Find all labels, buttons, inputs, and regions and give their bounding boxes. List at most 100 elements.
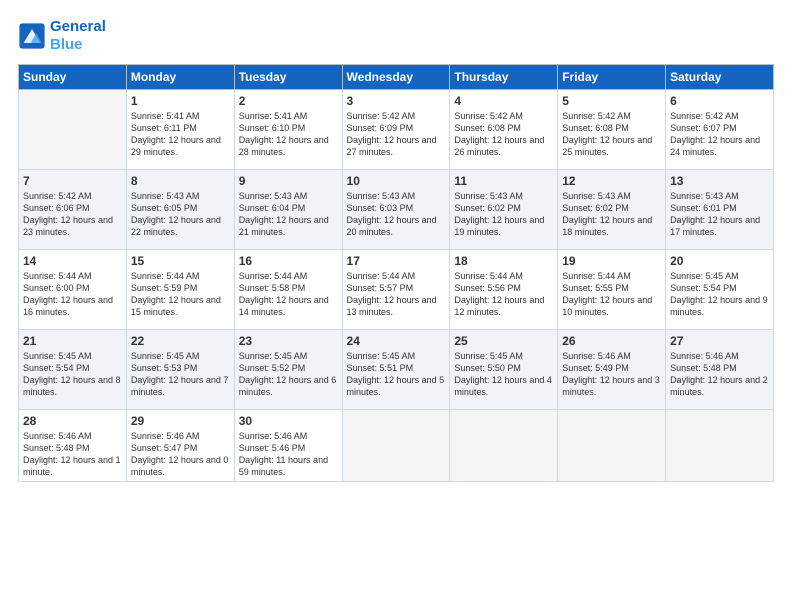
day-info: Sunrise: 5:45 AM Sunset: 5:52 PM Dayligh…: [239, 350, 338, 399]
weekday-header-sunday: Sunday: [19, 65, 127, 90]
calendar-day-cell: 27Sunrise: 5:46 AM Sunset: 5:48 PM Dayli…: [666, 330, 774, 410]
day-info: Sunrise: 5:43 AM Sunset: 6:02 PM Dayligh…: [562, 190, 661, 239]
day-info: Sunrise: 5:45 AM Sunset: 5:50 PM Dayligh…: [454, 350, 553, 399]
day-info: Sunrise: 5:43 AM Sunset: 6:02 PM Dayligh…: [454, 190, 553, 239]
weekday-header-row: SundayMondayTuesdayWednesdayThursdayFrid…: [19, 65, 774, 90]
calendar-day-cell: 15 Sunrise: 5:44 AM Sunset: 5:59 PM Dayli…: [126, 250, 234, 330]
calendar-day-cell: 10Sunrise: 5:43 AM Sunset: 6:03 PM Dayli…: [342, 170, 450, 250]
weekday-header-monday: Monday: [126, 65, 234, 90]
day-number: 5: [562, 94, 661, 108]
calendar-day-cell: 23 Sunrise: 5:45 AM Sunset: 5:52 PM Dayli…: [234, 330, 342, 410]
day-info: Sunrise: 5:42 AM Sunset: 6:06 PM Dayligh…: [23, 190, 122, 239]
day-info: Sunrise: 5:45 AM Sunset: 5:54 PM Dayligh…: [23, 350, 122, 399]
day-info: Sunrise: 5:42 AM Sunset: 6:09 PM Dayligh…: [347, 110, 446, 159]
day-number: 23: [239, 334, 338, 348]
calendar-day-cell: 9 Sunrise: 5:43 AM Sunset: 6:04 PM Daylig…: [234, 170, 342, 250]
day-info: Sunrise: 5:45 AM Sunset: 5:53 PM Dayligh…: [131, 350, 230, 399]
day-number: 21: [23, 334, 122, 348]
calendar-day-cell: 30 Sunrise: 5:46 AM Sunset: 5:46 PM Dayli…: [234, 410, 342, 482]
logo-icon: [18, 22, 46, 50]
day-info: Sunrise: 5:44 AM Sunset: 5:57 PM Dayligh…: [347, 270, 446, 319]
day-info: Sunrise: 5:46 AM Sunset: 5:48 PM Dayligh…: [670, 350, 769, 399]
day-number: 4: [454, 94, 553, 108]
day-info: Sunrise: 5:43 AM Sunset: 6:05 PM Dayligh…: [131, 190, 230, 239]
calendar-day-cell: 8 Sunrise: 5:43 AM Sunset: 6:05 PM Daylig…: [126, 170, 234, 250]
day-number: 9: [239, 174, 338, 188]
day-number: 12: [562, 174, 661, 188]
day-number: 2: [239, 94, 338, 108]
day-info: Sunrise: 5:44 AM Sunset: 5:56 PM Dayligh…: [454, 270, 553, 319]
calendar-week-row: 1 Sunrise: 5:41 AM Sunset: 6:11 PM Daylig…: [19, 90, 774, 170]
day-info: Sunrise: 5:41 AM Sunset: 6:10 PM Dayligh…: [239, 110, 338, 159]
day-info: Sunrise: 5:46 AM Sunset: 5:47 PM Dayligh…: [131, 430, 230, 479]
logo-blue: Blue: [50, 36, 83, 53]
day-number: 7: [23, 174, 122, 188]
weekday-header-wednesday: Wednesday: [342, 65, 450, 90]
day-info: Sunrise: 5:41 AM Sunset: 6:11 PM Dayligh…: [131, 110, 230, 159]
day-info: Sunrise: 5:44 AM Sunset: 5:59 PM Dayligh…: [131, 270, 230, 319]
calendar-day-cell: 1 Sunrise: 5:41 AM Sunset: 6:11 PM Daylig…: [126, 90, 234, 170]
day-number: 17: [347, 254, 446, 268]
weekday-header-friday: Friday: [558, 65, 666, 90]
calendar-day-cell: 7 Sunrise: 5:42 AM Sunset: 6:06 PM Daylig…: [19, 170, 127, 250]
day-number: 26: [562, 334, 661, 348]
day-info: Sunrise: 5:43 AM Sunset: 6:01 PM Dayligh…: [670, 190, 769, 239]
calendar-day-cell: 14Sunrise: 5:44 AM Sunset: 6:00 PM Dayli…: [19, 250, 127, 330]
logo-text: General Blue: [50, 18, 106, 54]
calendar-day-cell: 13 Sunrise: 5:43 AM Sunset: 6:01 PM Dayli…: [666, 170, 774, 250]
day-info: Sunrise: 5:45 AM Sunset: 5:51 PM Dayligh…: [347, 350, 446, 399]
calendar-day-cell: [19, 90, 127, 170]
calendar-day-cell: 16 Sunrise: 5:44 AM Sunset: 5:58 PM Dayli…: [234, 250, 342, 330]
day-info: Sunrise: 5:43 AM Sunset: 6:04 PM Dayligh…: [239, 190, 338, 239]
calendar-table: SundayMondayTuesdayWednesdayThursdayFrid…: [18, 64, 774, 482]
calendar-day-cell: [666, 410, 774, 482]
day-number: 28: [23, 414, 122, 428]
day-info: Sunrise: 5:42 AM Sunset: 6:08 PM Dayligh…: [454, 110, 553, 159]
day-number: 8: [131, 174, 230, 188]
weekday-header-thursday: Thursday: [450, 65, 558, 90]
day-info: Sunrise: 5:42 AM Sunset: 6:08 PM Dayligh…: [562, 110, 661, 159]
calendar-day-cell: [450, 410, 558, 482]
day-number: 29: [131, 414, 230, 428]
day-info: Sunrise: 5:46 AM Sunset: 5:49 PM Dayligh…: [562, 350, 661, 399]
day-number: 1: [131, 94, 230, 108]
calendar-day-cell: 6 Sunrise: 5:42 AM Sunset: 6:07 PM Daylig…: [666, 90, 774, 170]
calendar-week-row: 7 Sunrise: 5:42 AM Sunset: 6:06 PM Daylig…: [19, 170, 774, 250]
day-number: 14: [23, 254, 122, 268]
day-number: 25: [454, 334, 553, 348]
day-info: Sunrise: 5:45 AM Sunset: 5:54 PM Dayligh…: [670, 270, 769, 319]
day-number: 15: [131, 254, 230, 268]
logo-general: General: [50, 18, 106, 35]
calendar-day-cell: [342, 410, 450, 482]
calendar-day-cell: 2 Sunrise: 5:41 AM Sunset: 6:10 PM Daylig…: [234, 90, 342, 170]
day-number: 3: [347, 94, 446, 108]
calendar-day-cell: 20Sunrise: 5:45 AM Sunset: 5:54 PM Dayli…: [666, 250, 774, 330]
calendar-day-cell: [558, 410, 666, 482]
calendar-day-cell: 12 Sunrise: 5:43 AM Sunset: 6:02 PM Dayli…: [558, 170, 666, 250]
calendar-day-cell: 18 Sunrise: 5:44 AM Sunset: 5:56 PM Dayli…: [450, 250, 558, 330]
day-number: 18: [454, 254, 553, 268]
day-number: 10: [347, 174, 446, 188]
calendar-week-row: 14Sunrise: 5:44 AM Sunset: 6:00 PM Dayli…: [19, 250, 774, 330]
day-number: 16: [239, 254, 338, 268]
calendar-day-cell: 22 Sunrise: 5:45 AM Sunset: 5:53 PM Dayli…: [126, 330, 234, 410]
day-number: 19: [562, 254, 661, 268]
weekday-header-saturday: Saturday: [666, 65, 774, 90]
day-number: 30: [239, 414, 338, 428]
day-info: Sunrise: 5:44 AM Sunset: 5:55 PM Dayligh…: [562, 270, 661, 319]
calendar-day-cell: 11Sunrise: 5:43 AM Sunset: 6:02 PM Dayli…: [450, 170, 558, 250]
calendar-day-cell: 26 Sunrise: 5:46 AM Sunset: 5:49 PM Dayli…: [558, 330, 666, 410]
weekday-header-tuesday: Tuesday: [234, 65, 342, 90]
day-number: 22: [131, 334, 230, 348]
day-number: 13: [670, 174, 769, 188]
calendar-day-cell: 24Sunrise: 5:45 AM Sunset: 5:51 PM Dayli…: [342, 330, 450, 410]
calendar-day-cell: 25 Sunrise: 5:45 AM Sunset: 5:50 PM Dayli…: [450, 330, 558, 410]
day-info: Sunrise: 5:44 AM Sunset: 5:58 PM Dayligh…: [239, 270, 338, 319]
calendar-week-row: 28Sunrise: 5:46 AM Sunset: 5:48 PM Dayli…: [19, 410, 774, 482]
calendar-day-cell: 17 Sunrise: 5:44 AM Sunset: 5:57 PM Dayli…: [342, 250, 450, 330]
header: General Blue: [18, 18, 774, 54]
day-info: Sunrise: 5:46 AM Sunset: 5:46 PM Dayligh…: [239, 430, 338, 479]
day-number: 6: [670, 94, 769, 108]
day-info: Sunrise: 5:42 AM Sunset: 6:07 PM Dayligh…: [670, 110, 769, 159]
calendar-day-cell: 19 Sunrise: 5:44 AM Sunset: 5:55 PM Dayli…: [558, 250, 666, 330]
